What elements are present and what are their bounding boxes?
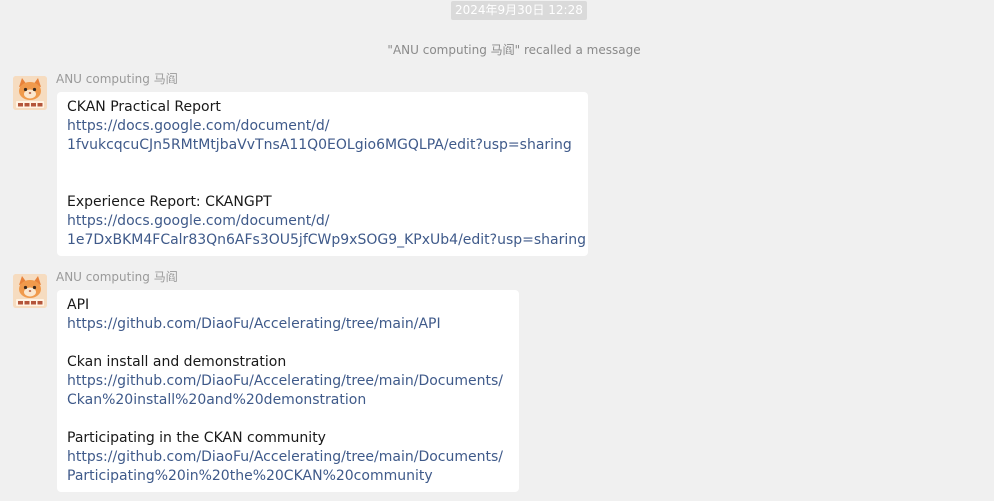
message-link[interactable]: Participating%20in%20the%20CKAN%20commun… [67, 467, 509, 486]
message-link[interactable]: https://github.com/DiaoFu/Accelerating/t… [67, 448, 509, 467]
avatar[interactable] [13, 76, 47, 110]
message-text-line: Participating in the CKAN community [67, 430, 326, 446]
message-link[interactable]: https://docs.google.com/document/d/ [67, 212, 578, 231]
message-link[interactable]: 1fvukcqcuCJn5RMtMtjbaVvTnsA11Q0EOLgio6MG… [67, 136, 578, 155]
sender-name: ANU computing 马阎 [56, 72, 178, 86]
message-link[interactable]: https://github.com/DiaoFu/Accelerating/t… [67, 315, 509, 334]
message-text-line: Experience Report: CKANGPT [67, 194, 272, 210]
sender-name: ANU computing 马阎 [56, 270, 178, 284]
message-link[interactable]: Ckan%20install%20and%20demonstration [67, 391, 509, 410]
message-bubble[interactable]: API https://github.com/DiaoFu/Accelerati… [57, 290, 519, 492]
message-link[interactable]: 1e7DxBKM4FCalr83Qn6AFs3OU5jfCWp9xSOG9_KP… [67, 231, 586, 250]
message-link[interactable]: https://github.com/DiaoFu/Accelerating/t… [67, 372, 509, 391]
message-text-line: CKAN Practical Report [67, 99, 221, 115]
message-text-line: Ckan install and demonstration [67, 354, 287, 370]
message-text-line: API [67, 297, 90, 313]
avatar[interactable] [13, 274, 47, 308]
message-bubble[interactable]: CKAN Practical Report https://docs.googl… [57, 92, 588, 256]
cartoon-cat-avatar-icon [13, 76, 47, 110]
message-link[interactable]: https://docs.google.com/document/d/ [67, 117, 578, 136]
recall-notice: "ANU computing 马阎" recalled a message [387, 43, 641, 57]
timestamp-badge: 2024年9月30日 12:28 [451, 1, 587, 20]
cartoon-cat-avatar-icon [13, 274, 47, 308]
